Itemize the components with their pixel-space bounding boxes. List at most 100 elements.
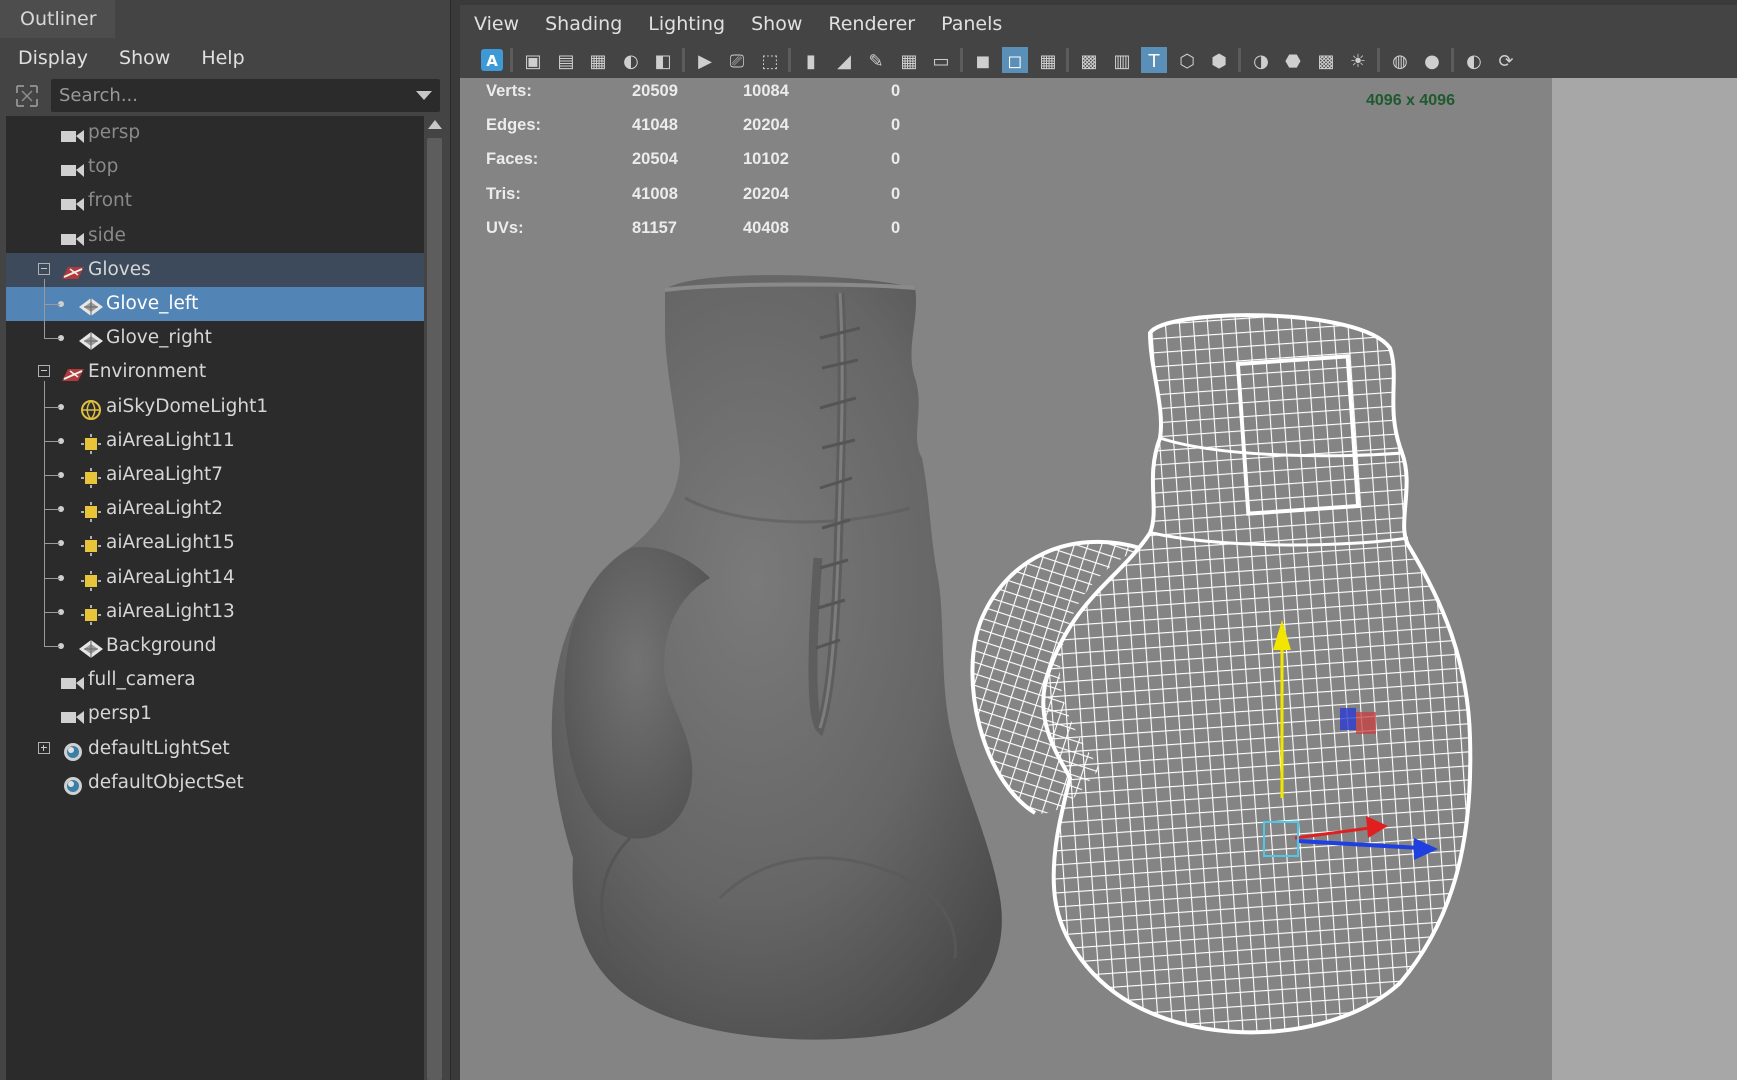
resolution-gate-label: 4096 x 4096 <box>1366 92 1455 109</box>
select-all-icon[interactable]: A <box>478 46 506 74</box>
outliner-item-full-camera[interactable]: full_camera <box>6 663 424 697</box>
outliner-item-persp[interactable]: persp <box>6 116 424 150</box>
image-plane-icon[interactable]: ◐ <box>617 46 645 74</box>
use-all-lights-icon[interactable]: ⬡ <box>1173 46 1201 74</box>
safe-action-icon[interactable]: ▦ <box>895 46 923 74</box>
shaded-glove[interactable] <box>551 275 1002 1040</box>
2d-pan-zoom-icon[interactable]: ◧ <box>649 46 677 74</box>
hud-label: Edges: <box>486 116 542 135</box>
outliner-item-aiarealight15[interactable]: aiAreaLight15 <box>6 526 424 560</box>
outliner-item-environment[interactable]: Environment <box>6 355 424 389</box>
shadows-icon[interactable]: ⬢ <box>1205 46 1233 74</box>
isolate-select-icon[interactable]: ◍ <box>1386 46 1414 74</box>
outliner-item-glove-left[interactable]: Glove_left <box>6 287 424 321</box>
wireframe-glove[interactable] <box>940 258 1500 1058</box>
outliner-item-label: aiAreaLight13 <box>106 600 235 622</box>
field-chart-icon[interactable]: ✎ <box>862 46 890 74</box>
mesh-icon <box>78 329 104 351</box>
outliner-item-aiarealight2[interactable]: aiAreaLight2 <box>6 492 424 526</box>
grid-icon[interactable]: ⎚ <box>723 46 751 74</box>
hud-label: Faces: <box>486 150 539 169</box>
outliner-item-persp1[interactable]: persp1 <box>6 697 424 731</box>
outliner-title: Outliner <box>0 0 115 38</box>
outliner-scrollbar[interactable] <box>425 116 444 1080</box>
outliner-item-gloves[interactable]: Gloves <box>6 252 424 287</box>
outliner-item-label: Background <box>106 635 217 656</box>
grease-pencil-icon[interactable]: ▶ <box>691 46 719 74</box>
menu-view[interactable]: View <box>460 13 531 35</box>
tree-connector-line <box>44 338 60 340</box>
menu-show[interactable]: Show <box>737 13 814 35</box>
outliner-item-aiarealight11[interactable]: aiAreaLight11 <box>6 424 424 458</box>
menu-display[interactable]: Display <box>0 47 101 69</box>
hud-value: 41048 <box>632 116 678 135</box>
scroll-up-arrow-icon[interactable] <box>428 120 442 129</box>
motion-blur-icon[interactable]: ⬣ <box>1279 46 1307 74</box>
outliner-item-side[interactable]: side <box>6 219 424 253</box>
area-light-icon <box>78 534 104 557</box>
svg-text:◻: ◻ <box>1008 51 1023 72</box>
smooth-shade-icon[interactable]: ◻ <box>1001 46 1029 74</box>
screen-space-ao-icon[interactable]: ◑ <box>1247 46 1275 74</box>
menu-show[interactable]: Show <box>101 47 183 69</box>
outliner-item-aiarealight7[interactable]: aiAreaLight7 <box>6 458 424 492</box>
outliner-item-front[interactable]: front <box>6 184 424 218</box>
outliner-item-label: defaultObjectSet <box>88 771 244 793</box>
xray-active-icon[interactable]: ◐ <box>1460 46 1488 74</box>
toolbar-separator <box>510 48 513 72</box>
outliner-item-aiarealight14[interactable]: aiAreaLight14 <box>6 561 424 595</box>
menu-renderer[interactable]: Renderer <box>814 13 927 35</box>
outliner-item-aiarealight13[interactable]: aiAreaLight13 <box>6 595 424 629</box>
xray-joints-icon[interactable]: ● <box>1418 46 1446 74</box>
svg-text:◍: ◍ <box>1392 51 1408 72</box>
tree-connector-line <box>44 381 45 647</box>
group-icon <box>60 261 86 281</box>
expand-icon[interactable] <box>38 741 50 754</box>
outliner-search-row <box>0 78 450 116</box>
outliner-item-label: full_camera <box>88 669 196 691</box>
outliner-item-label: defaultLightSet <box>88 737 230 759</box>
outliner-item-top[interactable]: top <box>6 150 424 184</box>
svg-text:◐: ◐ <box>1466 51 1482 72</box>
safe-title-icon[interactable]: ▭ <box>927 46 955 74</box>
outliner-item-glove-right[interactable]: Glove_right <box>6 321 424 355</box>
gate-mask-icon[interactable]: ◢ <box>830 46 858 74</box>
film-gate-icon[interactable]: ⬚ <box>756 46 784 74</box>
collapse-icon[interactable] <box>38 365 50 378</box>
outliner-item-defaultobjectset[interactable]: defaultObjectSet <box>6 766 424 800</box>
svg-text:●: ● <box>1424 51 1440 72</box>
resolution-gate-icon[interactable]: ▮ <box>797 46 825 74</box>
menu-panels[interactable]: Panels <box>927 13 1014 35</box>
svg-text:▥: ▥ <box>1113 51 1130 72</box>
search-input[interactable] <box>57 84 391 107</box>
menu-lighting[interactable]: Lighting <box>634 13 737 35</box>
svg-text:◐: ◐ <box>623 51 639 72</box>
select-camera-icon[interactable]: ▣ <box>519 46 547 74</box>
hud-value: 40408 <box>743 218 789 237</box>
outliner-item-background[interactable]: Background <box>6 629 424 663</box>
hud-value: 20504 <box>632 150 678 169</box>
svg-text:⬣: ⬣ <box>1285 51 1301 72</box>
camera-lock-icon[interactable]: ⟳ <box>1492 46 1520 74</box>
tree-connector-line <box>44 543 60 545</box>
bookmark-icon[interactable]: ▦ <box>584 46 612 74</box>
scroll-thumb[interactable] <box>427 138 442 1080</box>
xray-icon[interactable]: ▥ <box>1108 46 1136 74</box>
outliner-item-aiskydomelight1[interactable]: aiSkyDomeLight1 <box>6 390 424 424</box>
use-default-material-icon[interactable]: ▦ <box>1034 46 1062 74</box>
collapse-icon[interactable] <box>38 262 50 275</box>
menu-shading[interactable]: Shading <box>531 13 634 35</box>
outliner-item-defaultlightset[interactable]: defaultLightSet <box>6 732 424 766</box>
textured-icon[interactable]: T <box>1140 46 1168 74</box>
hud-value: 81157 <box>632 218 677 237</box>
menu-help[interactable]: Help <box>183 47 257 69</box>
depth-of-field-icon[interactable]: ☀ <box>1344 46 1372 74</box>
filter-icon[interactable] <box>14 82 40 110</box>
anti-aliasing-icon[interactable]: ▩ <box>1312 46 1340 74</box>
svg-text:▤: ▤ <box>557 51 574 72</box>
chevron-down-icon[interactable] <box>416 91 432 100</box>
hud-row-tris: Tris: 41008 20204 0 <box>486 181 936 215</box>
wireframe-on-shaded-icon[interactable]: ▩ <box>1075 46 1103 74</box>
camera-attributes-icon[interactable]: ▤ <box>552 46 580 74</box>
wireframe-icon[interactable]: ◼ <box>969 46 997 74</box>
